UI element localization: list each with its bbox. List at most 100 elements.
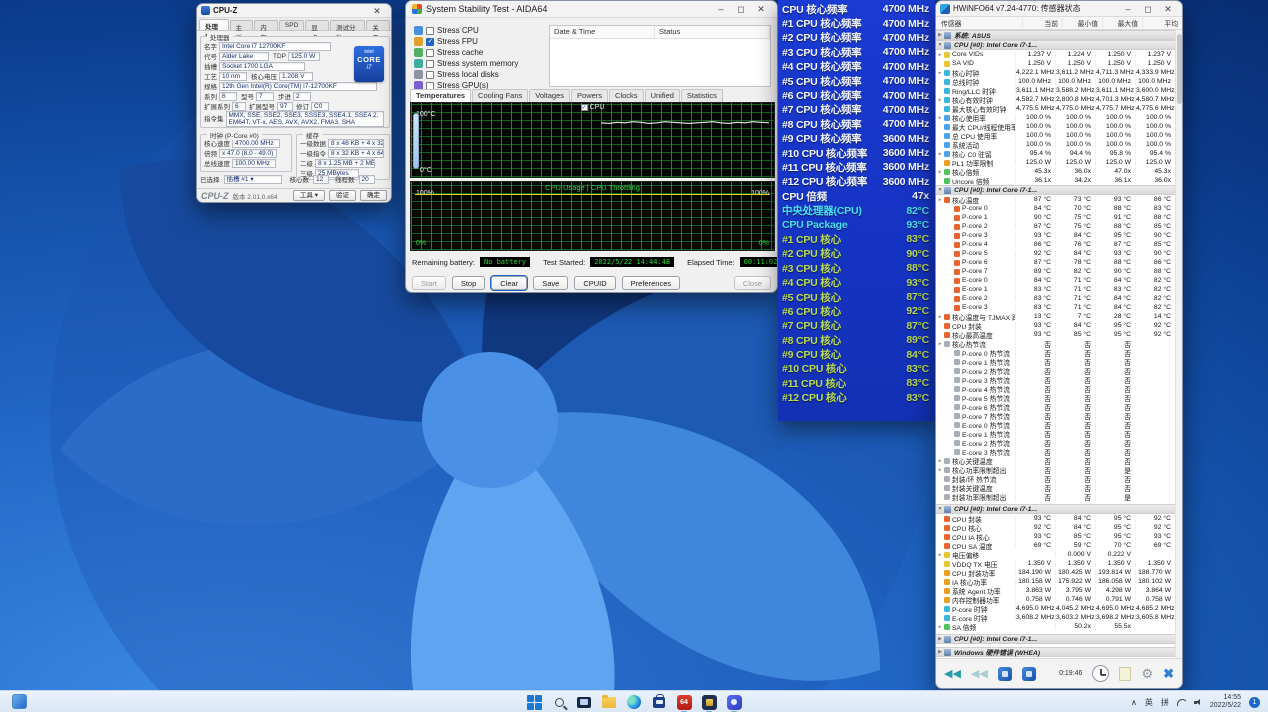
expand-icon[interactable]: ▶ (936, 636, 944, 642)
stress-checkbox[interactable] (426, 49, 434, 57)
expand-icon[interactable]: ▸ (936, 341, 944, 347)
column-min[interactable]: 最小值 (1062, 18, 1102, 28)
cpuz-tab[interactable]: 关于 (366, 20, 390, 30)
sensor-row[interactable]: ▸核心温度87 °C73 °C93 °C86 °C (936, 195, 1175, 204)
sensor-group-header[interactable]: ▼CPU [#0]: Intel Core i7-1... (936, 504, 1175, 514)
expand-icon[interactable]: ▸ (936, 197, 944, 203)
cpuz-tab[interactable]: 显卡 (305, 20, 329, 30)
hwinfo-titlebar[interactable]: HWiNFO64 v7.24-4770: 传感器状态 – ◻ ✕ (936, 1, 1182, 17)
hwinfo-taskbar-icon[interactable] (726, 694, 742, 710)
minimize-icon[interactable]: – (711, 2, 731, 16)
expand-icon[interactable]: ▸ (936, 169, 944, 175)
scrollbar-thumb[interactable] (1177, 34, 1182, 104)
expand-icon[interactable]: ▸ (936, 97, 944, 103)
maximize-icon[interactable]: ◻ (1138, 2, 1158, 16)
aida-tab[interactable]: Temperatures (410, 89, 471, 102)
validate-button[interactable]: 验证 (329, 190, 356, 201)
aida-tab[interactable]: Cooling Fans (472, 89, 528, 102)
cpuz-tab[interactable]: 处理器 (199, 19, 229, 30)
close-icon[interactable]: ✕ (1158, 2, 1178, 16)
sensor-row[interactable]: ▸SA 倍频50.2x55.5x (936, 622, 1175, 631)
log-column-datetime[interactable]: Date & Time (550, 26, 655, 38)
aida-tab[interactable]: Unified (645, 89, 680, 102)
stress-checkbox[interactable] (426, 71, 434, 79)
socket-select[interactable]: 插槽 #1 ▾ (224, 175, 282, 184)
expand-icon[interactable]: ▸ (936, 624, 944, 630)
sensor-row[interactable]: P-core 789 °C82 °C90 °C88 °C (936, 267, 1175, 276)
collapse-all-icon[interactable]: ◀◀ (944, 667, 961, 680)
cpuz-tab[interactable]: 测试分数 (330, 20, 365, 30)
cpuz-titlebar[interactable]: CPU-Z ✕ (197, 4, 391, 18)
sensor-row[interactable]: P-core 393 °C84 °C95 °C90 °C (936, 231, 1175, 240)
column-sensor[interactable]: 传感器 (936, 18, 1022, 28)
sensor-row[interactable]: 封装功率限制超出否否是 (936, 492, 1175, 501)
sensor-group-header[interactable]: ▶CPU [#0]: Intel Core i7-1... (936, 634, 1175, 644)
log-column-status[interactable]: Status (655, 26, 770, 38)
sensor-group-header[interactable]: ▼CPU [#0]: Intel Core i7-1... (936, 40, 1175, 50)
expand-icon[interactable]: ▼ (936, 42, 944, 48)
start-button[interactable] (526, 694, 542, 710)
sensor-row[interactable]: P-core 687 °C78 °C88 °C86 °C (936, 258, 1175, 267)
sensor-row[interactable]: E-core 183 °C71 °C83 °C82 °C (936, 285, 1175, 294)
file-explorer-icon[interactable] (601, 694, 617, 710)
sensor-row[interactable]: P-core 592 °C84 °C93 °C90 °C (936, 249, 1175, 258)
widgets-icon[interactable] (12, 694, 27, 709)
expand-icon[interactable]: ▶ (936, 32, 944, 38)
aida-tab[interactable]: Statistics (681, 89, 723, 102)
tree-icon[interactable] (1022, 667, 1036, 681)
expand-icon[interactable]: ▶ (936, 649, 944, 655)
network-icon[interactable] (1177, 699, 1186, 706)
maximize-icon[interactable]: ◻ (731, 2, 751, 16)
test-log-list[interactable]: Date & Time Status (549, 25, 771, 87)
layout-icon[interactable] (998, 667, 1012, 681)
start-button[interactable]: Start (412, 276, 446, 290)
stress-checkbox[interactable] (426, 27, 434, 35)
sensor-row[interactable]: P-core 084 °C70 °C88 °C83 °C (936, 204, 1175, 213)
expand-all-icon[interactable]: ◀◀ (971, 667, 988, 680)
store-icon[interactable] (651, 694, 667, 710)
aida64-taskbar-icon[interactable]: 64 (676, 694, 692, 710)
sensor-group-header[interactable]: ▶系统: ASUS (936, 30, 1175, 40)
cpuz-tab[interactable]: SPD (279, 20, 304, 30)
search-icon[interactable] (551, 694, 567, 710)
volume-icon[interactable] (1194, 699, 1202, 705)
aida-tab[interactable]: Voltages (529, 89, 570, 102)
sensor-row[interactable]: P-core 486 °C76 °C87 °C85 °C (936, 240, 1175, 249)
sensor-scrollbar[interactable] (1175, 30, 1182, 658)
column-max[interactable]: 最大值 (1102, 18, 1142, 28)
expand-icon[interactable]: ▸ (936, 151, 944, 157)
ime-mode[interactable]: 拼 (1161, 697, 1169, 708)
cpuz-tab[interactable]: 主板 (230, 20, 254, 30)
sensor-group-header[interactable]: ▶Windows 硬件错误 (WHEA) (936, 647, 1175, 657)
stop-button[interactable]: Stop (452, 276, 485, 290)
task-view-icon[interactable] (576, 694, 592, 710)
report-icon[interactable] (1119, 667, 1131, 681)
expand-icon[interactable]: ▸ (936, 115, 944, 121)
ime-language[interactable]: 英 (1145, 697, 1153, 708)
expand-icon[interactable]: ▸ (936, 467, 944, 473)
aida-tab[interactable]: Clocks (609, 89, 644, 102)
sensor-row[interactable]: E-core 084 °C71 °C84 °C82 °C (936, 276, 1175, 285)
save-button[interactable]: Save (533, 276, 568, 290)
expand-icon[interactable]: ▼ (936, 506, 944, 512)
tray-clock[interactable]: 14:55 2022/5/22 (1210, 694, 1241, 710)
minimize-icon[interactable]: – (1118, 2, 1138, 16)
expand-icon[interactable]: ▸ (936, 458, 944, 464)
tray-chevron-icon[interactable]: ∧ (1131, 698, 1137, 707)
cpuz-tab[interactable]: 内存 (254, 20, 278, 30)
expand-icon[interactable]: ▸ (936, 314, 944, 320)
expand-icon[interactable]: ▸ (936, 552, 944, 558)
preferences-button[interactable]: Preferences (622, 276, 680, 290)
sensor-row[interactable]: Uncore 倍频36.1x34.2x36.1x36.0x (936, 176, 1175, 185)
cpuz-taskbar-icon[interactable] (701, 694, 717, 710)
edge-icon[interactable] (626, 694, 642, 710)
clear-button[interactable]: Clear (491, 276, 527, 290)
sensor-row[interactable]: P-core 190 °C75 °C91 °C88 °C (936, 213, 1175, 222)
expand-icon[interactable]: ▸ (936, 70, 944, 76)
sensor-row[interactable]: ▸Core VIDs1.237 V1.224 V1.250 V1.237 V (936, 50, 1175, 59)
gear-icon[interactable]: ⚙ (1141, 666, 1153, 682)
notification-badge[interactable]: 1 (1249, 697, 1260, 708)
cpuid-button[interactable]: CPUID (574, 276, 615, 290)
column-avg[interactable]: 平均 (1142, 18, 1182, 28)
aida-tab[interactable]: Powers (571, 89, 608, 102)
